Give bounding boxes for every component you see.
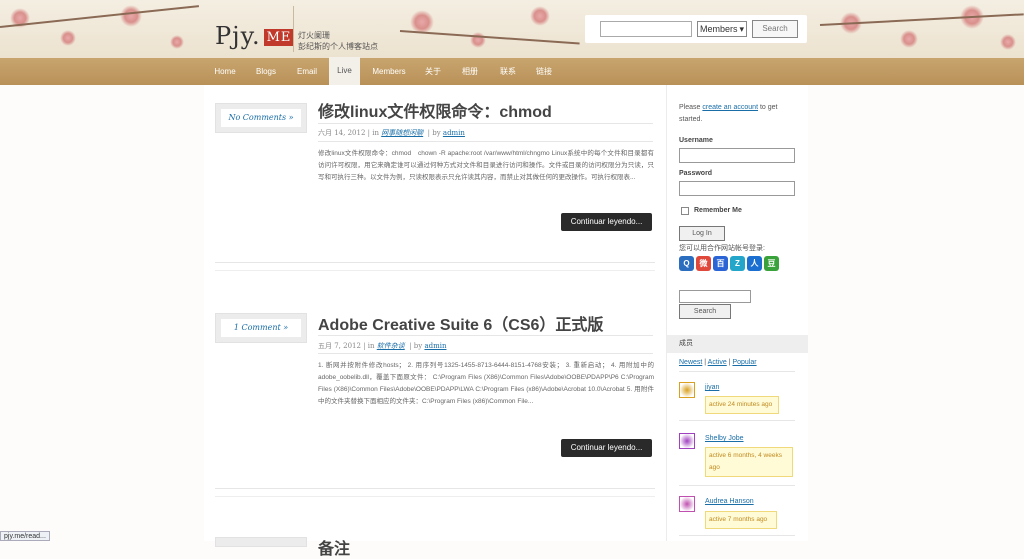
post-author-link[interactable]: admin: [424, 342, 446, 350]
avatar[interactable]: [679, 382, 695, 398]
blossom-decoration: [530, 6, 550, 26]
tab-newest[interactable]: Newest: [679, 359, 702, 366]
nav-item-about[interactable]: 关于: [420, 58, 446, 85]
title-underline: [318, 123, 653, 124]
comment-count-box: 1 Comment »: [215, 313, 307, 343]
site-slogan: 灯火阑珊 彭纪斯的个人博客站点: [298, 30, 378, 52]
nav-item-home[interactable]: Home: [208, 58, 242, 85]
qzone-icon[interactable]: Z: [730, 256, 745, 271]
section-divider: [679, 371, 795, 372]
post-title[interactable]: 修改linux文件权限命令：chmod: [318, 98, 552, 122]
douban-icon[interactable]: 豆: [764, 256, 779, 271]
status-bar: pjy.me/read...: [0, 531, 50, 541]
meta-underline: [318, 141, 653, 142]
header-banner: [0, 0, 1024, 58]
post-date: 五月 7, 2012: [318, 342, 361, 350]
blossom-decoration: [900, 30, 918, 48]
nav-item-live[interactable]: Live: [329, 57, 360, 87]
member-name-link[interactable]: Audrea Hanson: [705, 498, 754, 505]
member-tabs: Newest | Active | Popular: [679, 359, 757, 366]
password-label: Password: [679, 170, 713, 177]
avatar[interactable]: [679, 496, 695, 512]
main-nav: Home Blogs Email Live Members 关于 相册 联系 链…: [0, 57, 1024, 87]
meta-underline: [318, 353, 653, 354]
weibo-icon[interactable]: 微: [696, 256, 711, 271]
create-account-link[interactable]: create an account: [702, 104, 758, 111]
avatar[interactable]: [679, 433, 695, 449]
post-divider: [215, 262, 655, 263]
search-input[interactable]: [600, 21, 692, 37]
slogan-line: 彭纪斯的个人博客站点: [298, 42, 378, 51]
slogan-line: 灯火阑珊: [298, 31, 330, 40]
social-login-text: 您可以用合作网站帐号登录:: [679, 245, 765, 252]
renren-icon[interactable]: 人: [747, 256, 762, 271]
members-heading: 成员: [667, 335, 808, 353]
logo-separator: [293, 6, 294, 52]
qq-icon[interactable]: Q: [679, 256, 694, 271]
member-activity-badge: active 6 months, 4 weeks ago: [705, 447, 793, 477]
post-date: 六月 14, 2012: [318, 129, 366, 137]
comments-link[interactable]: No Comments »: [221, 109, 301, 127]
read-more-button[interactable]: Continuar leyendo...: [561, 439, 652, 457]
logo-text: Pjy.: [215, 22, 261, 50]
site-logo[interactable]: Pjy. ME: [215, 22, 295, 50]
intro-text: Please: [679, 104, 701, 111]
post-excerpt: 修改linux文件权限命令：chmod chown -R apache:root…: [318, 150, 654, 181]
member-name-link[interactable]: jiyan: [705, 384, 719, 391]
post-category-link[interactable]: 网事随想闲聊: [381, 129, 423, 137]
remember-me-label: Remember Me: [694, 207, 742, 214]
title-underline: [318, 335, 653, 336]
tab-active[interactable]: Active: [708, 359, 727, 366]
read-more-button[interactable]: Continuar leyendo...: [561, 213, 652, 231]
blossom-decoration: [170, 35, 184, 49]
header-search: Members ▾ Search: [585, 15, 807, 43]
search-scope-select[interactable]: Members ▾: [697, 21, 747, 37]
member-activity-badge: active 7 months ago: [705, 511, 777, 529]
nav-item-blogs[interactable]: Blogs: [248, 58, 284, 85]
sidebar: Please create an account to get started.…: [666, 85, 808, 541]
member-divider: [679, 535, 795, 536]
post-divider: [215, 270, 655, 271]
nav-item-contact[interactable]: 联系: [494, 58, 522, 85]
member-divider: [679, 420, 795, 421]
sidebar-search-input[interactable]: [679, 290, 751, 303]
comment-count-box: No Comments »: [215, 103, 307, 133]
username-field[interactable]: [679, 148, 795, 163]
search-button[interactable]: Search: [752, 20, 798, 38]
post-meta: 六月 14, 2012 | in 网事随想闲聊 | by admin: [318, 129, 465, 137]
password-field[interactable]: [679, 181, 795, 196]
member-name-link[interactable]: Shelby Jobe: [705, 435, 744, 442]
nav-item-email[interactable]: Email: [290, 58, 324, 85]
comments-link[interactable]: 1 Comment »: [221, 319, 301, 337]
login-button[interactable]: Log In: [679, 226, 725, 241]
blossom-decoration: [120, 5, 142, 27]
tab-popular[interactable]: Popular: [732, 359, 756, 366]
remember-me-checkbox[interactable]: [681, 207, 689, 215]
baidu-icon[interactable]: 百: [713, 256, 728, 271]
logo-badge: ME: [263, 29, 295, 46]
chevron-down-icon: ▾: [739, 24, 744, 34]
username-label: Username: [679, 137, 713, 144]
post-excerpt: 1. 断网并按附件修改hosts； 2. 用序列号1325-1455-8713-…: [318, 362, 654, 405]
post-title[interactable]: 备注: [318, 535, 350, 559]
branch-decoration: [399, 30, 580, 45]
member-divider: [679, 485, 795, 486]
post-meta: 五月 7, 2012 | in 软件杂谈 | by admin: [318, 342, 447, 350]
post-divider: [215, 496, 655, 497]
comment-count-box: [215, 537, 307, 547]
post-category-link[interactable]: 软件杂谈: [377, 342, 405, 350]
blossom-decoration: [60, 30, 76, 46]
post-author-link[interactable]: admin: [443, 129, 465, 137]
search-scope-value: Members: [700, 24, 738, 34]
nav-item-album[interactable]: 相册: [456, 58, 484, 85]
sidebar-search-button[interactable]: Search: [679, 304, 731, 319]
login-intro: Please create an account to get started.: [679, 102, 795, 126]
blossom-decoration: [1000, 34, 1016, 50]
member-activity-badge: active 24 minutes ago: [705, 396, 779, 414]
nav-item-members[interactable]: Members: [366, 58, 412, 85]
post-divider: [215, 488, 655, 489]
post-title[interactable]: Adobe Creative Suite 6（CS6）正式版: [318, 311, 603, 335]
nav-item-links[interactable]: 链接: [530, 58, 558, 85]
